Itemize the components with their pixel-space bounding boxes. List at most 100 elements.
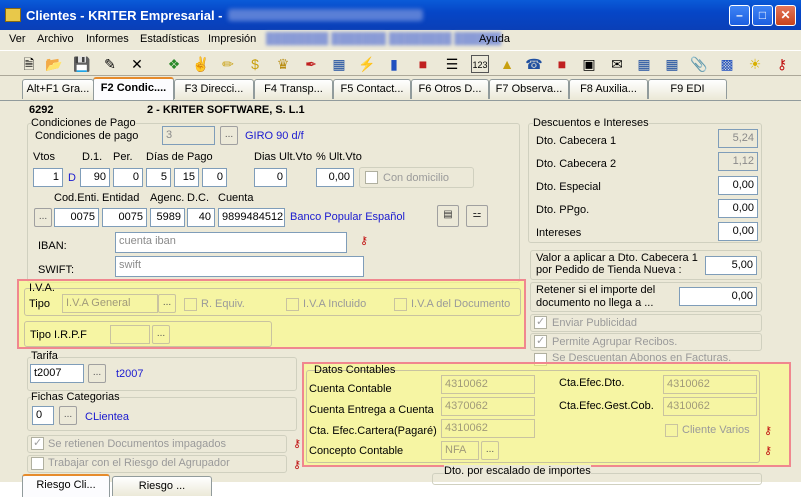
- menu-informes[interactable]: Informes: [86, 33, 129, 45]
- cond-lookup-button[interactable]: ...: [220, 126, 238, 145]
- concepto-lookup-button[interactable]: ...: [481, 441, 499, 460]
- iban-key-icon[interactable]: ⚷: [357, 234, 371, 248]
- concepto-field[interactable]: NFA: [441, 441, 479, 460]
- truck-icon[interactable]: ■: [553, 55, 571, 73]
- cuenta-field[interactable]: 9899484512: [218, 208, 285, 227]
- tab-condiciones[interactable]: F2 Condic....: [93, 77, 174, 100]
- iva-documento-checkbox[interactable]: [394, 298, 407, 311]
- key-icon[interactable]: ⚷: [773, 55, 791, 73]
- dias-ult-field[interactable]: 0: [254, 168, 287, 187]
- dia1-field[interactable]: 5: [146, 168, 171, 187]
- dto-cab2-field[interactable]: 1,12: [718, 152, 758, 171]
- iban-field[interactable]: cuenta iban: [115, 232, 347, 253]
- dia3-field[interactable]: 0: [202, 168, 227, 187]
- numbers-icon[interactable]: 123: [471, 55, 489, 73]
- tarifa-lookup-button[interactable]: ...: [88, 364, 106, 383]
- new-icon[interactable]: 🗎: [20, 55, 38, 73]
- flash-icon[interactable]: ⚡: [358, 55, 376, 73]
- d1-field[interactable]: 90: [80, 168, 110, 187]
- bank-lookup-button[interactable]: ...: [34, 208, 52, 227]
- card-icon-button[interactable]: ▤: [437, 205, 459, 227]
- iva-lookup-button[interactable]: ...: [158, 294, 176, 313]
- contables-key-icon-1[interactable]: ⚷: [761, 424, 775, 438]
- agenc-field[interactable]: 5989: [150, 208, 185, 227]
- fichas-lookup-button[interactable]: ...: [59, 406, 77, 425]
- irpf-lookup-button[interactable]: ...: [152, 325, 170, 344]
- menu-archivo[interactable]: Archivo: [37, 33, 74, 45]
- cond-code-field[interactable]: 3: [162, 126, 215, 145]
- filter-icon[interactable]: ❖: [165, 55, 183, 73]
- tab-direcciones[interactable]: F3 Direcci...: [174, 79, 254, 99]
- tab-otros[interactable]: F6 Otros D...: [411, 79, 489, 99]
- gest-field[interactable]: 4310062: [663, 397, 757, 416]
- edit-icon[interactable]: ✎: [101, 55, 119, 73]
- valor-field[interactable]: 5,00: [705, 256, 757, 275]
- requiv-checkbox[interactable]: [184, 298, 197, 311]
- cod-enti-field[interactable]: 0075: [54, 208, 99, 227]
- retienen-checkbox[interactable]: [31, 436, 44, 450]
- tab-edi[interactable]: F9 EDI: [648, 79, 727, 99]
- calc-icon[interactable]: ▦: [330, 55, 348, 73]
- grid-icon[interactable]: ▩: [718, 55, 736, 73]
- menu-ayuda[interactable]: Ayuda: [479, 33, 510, 45]
- mail-icon[interactable]: ✉: [608, 55, 626, 73]
- per-field[interactable]: 0: [113, 168, 143, 187]
- iva-tipo-field[interactable]: I.V.A General: [62, 294, 158, 313]
- dto-cab1-field[interactable]: 5,24: [718, 129, 758, 148]
- cuenta-contable-field[interactable]: 4310062: [441, 375, 535, 394]
- fichas-field[interactable]: 0: [32, 406, 54, 425]
- phone-icon[interactable]: ☎: [525, 55, 543, 73]
- clip-icon[interactable]: 📎: [690, 55, 708, 73]
- tab-riesgo-cliente[interactable]: Riesgo Cli...: [22, 474, 110, 497]
- close-button[interactable]: ✕: [775, 5, 796, 26]
- tab-transportes[interactable]: F4 Transp...: [254, 79, 333, 99]
- contables-key-icon-2[interactable]: ⚷: [761, 444, 775, 458]
- menu-estadisticas[interactable]: Estadísticas: [140, 33, 199, 45]
- dto-especial-field[interactable]: 0,00: [718, 176, 758, 195]
- open-icon[interactable]: 📂: [45, 55, 63, 73]
- tab-generales[interactable]: Alt+F1 Gra...: [22, 79, 94, 99]
- bulb-icon[interactable]: ☀: [746, 55, 764, 73]
- retener-field[interactable]: 0,00: [679, 287, 757, 306]
- rule-icon[interactable]: ▲: [498, 55, 516, 73]
- book-icon[interactable]: ▦: [635, 55, 653, 73]
- dto-ppgo-field[interactable]: 0,00: [718, 199, 758, 218]
- pen-icon[interactable]: ✒: [302, 55, 320, 73]
- money-icon[interactable]: $: [246, 55, 264, 73]
- pencil-icon[interactable]: ✏: [219, 55, 237, 73]
- intereses-field[interactable]: 0,00: [718, 222, 758, 241]
- tab-auxiliares[interactable]: F8 Auxilia...: [569, 79, 648, 99]
- tab-contactos[interactable]: F5 Contact...: [333, 79, 411, 99]
- hand-icon[interactable]: ✌: [192, 55, 210, 73]
- dia2-field[interactable]: 15: [174, 168, 199, 187]
- entrega-field[interactable]: 4370062: [441, 397, 535, 416]
- stamp-icon[interactable]: ♛: [274, 55, 292, 73]
- agrupar-checkbox[interactable]: [534, 334, 547, 348]
- kit-icon[interactable]: ■: [414, 55, 432, 73]
- menu-ver[interactable]: Ver: [9, 33, 26, 45]
- efec-dto-field[interactable]: 4310062: [663, 375, 757, 394]
- cliente-varios-checkbox[interactable]: [665, 424, 678, 437]
- enviar-checkbox[interactable]: [534, 315, 547, 329]
- swift-field[interactable]: swift: [115, 256, 364, 277]
- chart-icon[interactable]: ▮: [385, 55, 403, 73]
- tab-observaciones[interactable]: F7 Observa...: [489, 79, 569, 99]
- tab-riesgo-2[interactable]: Riesgo ...: [112, 476, 212, 496]
- menu-impresion[interactable]: Impresión: [208, 33, 256, 45]
- irpf-field[interactable]: [110, 325, 150, 344]
- pct-ult-field[interactable]: 0,00: [316, 168, 354, 187]
- menu-redacted[interactable]: ████████ ███████ ████████ ██████: [266, 33, 501, 45]
- riesgo-checkbox[interactable]: [31, 457, 44, 470]
- dc-field[interactable]: 40: [187, 208, 215, 227]
- cart-icon[interactable]: ⚍: [466, 205, 488, 227]
- tarifa-field[interactable]: t2007: [30, 364, 84, 383]
- iva-incluido-checkbox[interactable]: [286, 298, 299, 311]
- cartera-field[interactable]: 4310062: [441, 419, 535, 438]
- minimize-button[interactable]: –: [729, 5, 750, 26]
- save-icon[interactable]: 💾: [73, 55, 91, 73]
- entidad-field[interactable]: 0075: [102, 208, 147, 227]
- maximize-button[interactable]: □: [752, 5, 773, 26]
- card-icon[interactable]: ▦: [663, 55, 681, 73]
- fax-icon[interactable]: ▣: [580, 55, 598, 73]
- vtos-field[interactable]: 1: [33, 168, 63, 187]
